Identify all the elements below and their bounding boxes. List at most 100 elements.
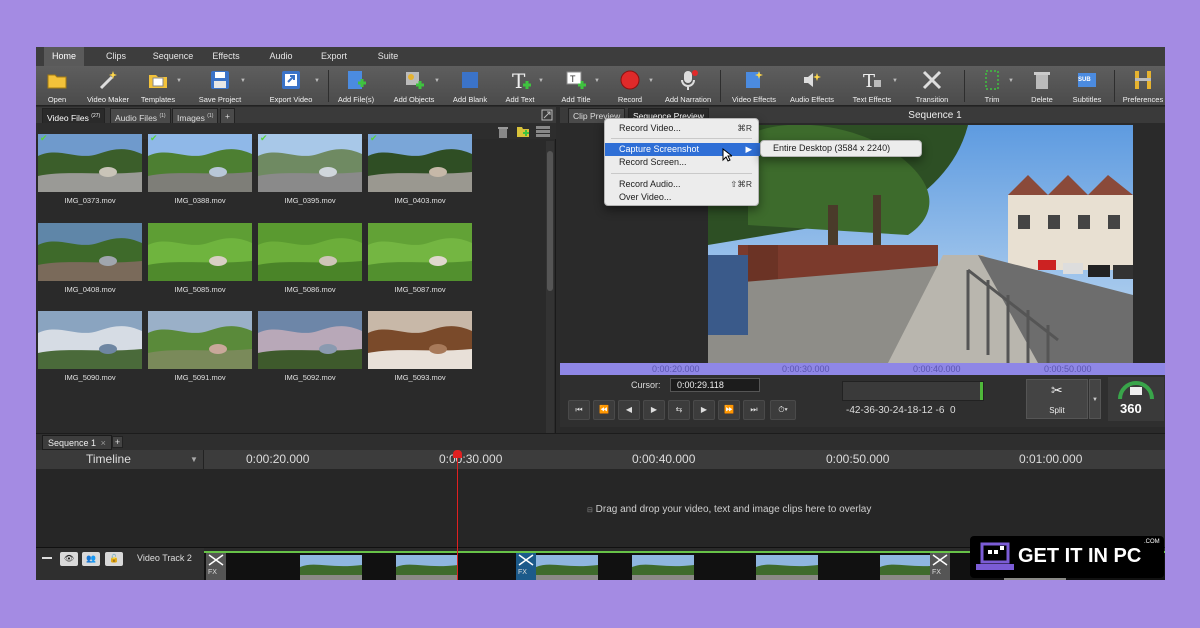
menu-item-capture-screenshot[interactable]: Capture Screenshot ▶ (605, 143, 760, 156)
tab-clips[interactable]: Clips (96, 47, 136, 66)
transition-marker[interactable]: FX (206, 553, 226, 580)
video-maker-button[interactable]: Video Maker (87, 66, 129, 106)
preferences-button[interactable]: Preferences (1123, 66, 1163, 106)
add-blank-button[interactable]: Add Blank (452, 66, 488, 106)
export-video-label: Export Video (269, 95, 313, 104)
step-back-button[interactable]: ◀ (618, 400, 640, 420)
text-effects-button[interactable]: T Text Effects ▼ (852, 66, 898, 106)
people-icon[interactable]: 👥 (82, 552, 100, 566)
chevron-down-icon[interactable]: ▼ (190, 450, 198, 469)
play-button[interactable]: ▶ (643, 400, 665, 420)
go-start-button[interactable]: ⏮ (568, 400, 590, 420)
menu-item-over-video[interactable]: Over Video... (605, 191, 760, 204)
media-thumbnail[interactable]: ✔ (148, 133, 252, 192)
media-thumbnail[interactable]: ✔ (258, 133, 362, 192)
tab-export[interactable]: Export (312, 47, 356, 66)
tab-audio-files[interactable]: Audio Files (1) (110, 108, 171, 123)
timeline-clip[interactable] (300, 555, 362, 580)
videopad-window: Home Clips Sequence Effects Audio Export… (36, 47, 1165, 580)
timeline-clip[interactable] (632, 555, 694, 580)
add-tab-button[interactable]: + (220, 108, 235, 123)
view-list-icon[interactable] (536, 125, 550, 137)
split-dropdown[interactable]: ▼ (1089, 379, 1101, 419)
media-thumbnail[interactable]: ✔ (368, 133, 472, 192)
add-title-button[interactable]: T Add Title ▼ (558, 66, 600, 106)
menu-item-record-audio[interactable]: Record Audio... ⇧⌘R (605, 178, 760, 191)
next-clip-button[interactable]: ⏩ (718, 400, 740, 420)
go-end-button[interactable]: ⏭ (743, 400, 765, 420)
timeline-label[interactable]: Timeline ▼ (36, 450, 204, 469)
menu-item-record-screen[interactable]: Record Screen... (605, 156, 760, 169)
trash-icon[interactable] (498, 126, 508, 138)
media-thumbnail[interactable] (38, 223, 142, 281)
delete-button[interactable]: Delete (1026, 66, 1058, 106)
menu-item-record-video[interactable]: Record Video... ⌘R (605, 122, 760, 135)
chevron-down-icon[interactable]: ▼ (314, 78, 320, 84)
tab-home[interactable]: Home (44, 47, 84, 66)
media-scrollbar[interactable] (546, 141, 554, 471)
subtitles-button[interactable]: SUB Subtitles (1070, 66, 1104, 106)
chevron-down-icon[interactable]: ▼ (594, 78, 600, 84)
tab-effects[interactable]: Effects (204, 47, 248, 66)
playhead[interactable] (453, 450, 462, 580)
timeline-clip[interactable] (396, 555, 458, 580)
vr-360-button[interactable]: 360 (1108, 377, 1164, 421)
add-files-button[interactable]: Add File(s) (338, 66, 374, 106)
eye-icon[interactable]: 👁 (60, 552, 78, 566)
prev-clip-button[interactable]: ⏪ (593, 400, 615, 420)
media-thumbnail[interactable] (38, 311, 142, 369)
lock-icon[interactable]: 🔓 (105, 552, 123, 566)
media-thumbnail[interactable] (368, 311, 472, 369)
chevron-down-icon[interactable]: ▼ (434, 78, 440, 84)
tab-suite[interactable]: Suite (368, 47, 408, 66)
media-thumbnail[interactable] (148, 311, 252, 369)
add-folder-icon[interactable] (516, 125, 530, 137)
split-button[interactable]: ✂ Split (1026, 379, 1088, 419)
media-thumbnail[interactable] (258, 311, 362, 369)
chevron-down-icon[interactable]: ▼ (240, 78, 246, 84)
chevron-down-icon[interactable]: ▼ (1008, 78, 1014, 84)
export-video-button[interactable]: Export Video ▼ (268, 66, 320, 106)
toolbar: Open Video Maker Templates ▼ Save Projec… (36, 66, 1165, 106)
save-project-button[interactable]: Save Project ▼ (199, 66, 246, 106)
chevron-down-icon[interactable]: ▼ (176, 78, 182, 84)
chevron-down-icon[interactable]: ▼ (538, 78, 544, 84)
preview-ruler[interactable]: 0:00:20.000 0:00:30.000 0:00:40.000 0:00… (560, 363, 1165, 375)
timeline-clip[interactable] (536, 555, 598, 580)
chevron-down-icon[interactable]: ▼ (892, 78, 898, 84)
cursor-time-field[interactable]: 0:00:29.118 (670, 378, 760, 392)
tab-video-files[interactable]: Video Files (27) (42, 108, 106, 123)
speed-button[interactable]: ⏱▾ (770, 400, 796, 420)
timeline-ruler[interactable]: Timeline ▼ 0:00:20.000 0:00:30.000 0:00:… (36, 450, 1165, 469)
record-button[interactable]: Record ▼ (612, 66, 654, 106)
menu-item-entire-desktop[interactable]: Entire Desktop (3584 x 2240) (760, 140, 922, 157)
tab-audio[interactable]: Audio (260, 47, 302, 66)
templates-button[interactable]: Templates ▼ (140, 66, 182, 106)
expand-icon[interactable] (541, 109, 553, 121)
add-text-button[interactable]: T Add Text ▼ (502, 66, 544, 106)
transition-button[interactable]: Transition (912, 66, 952, 106)
add-objects-button[interactable]: Add Objects ▼ (394, 66, 440, 106)
media-thumbnail[interactable]: ✔ (38, 133, 142, 192)
close-icon[interactable]: × (101, 438, 106, 448)
open-button[interactable]: Open (40, 66, 74, 106)
transition-marker[interactable]: FX (930, 553, 950, 580)
video-effects-button[interactable]: Video Effects (732, 66, 776, 106)
step-forward-button[interactable]: ▶ (693, 400, 715, 420)
add-narration-button[interactable]: Add Narration (665, 66, 711, 106)
trim-button[interactable]: Trim ▼ (976, 66, 1014, 106)
media-thumbnail[interactable] (258, 223, 362, 281)
transition-marker[interactable]: FX (516, 553, 536, 580)
loop-button[interactable]: ⇆ (668, 400, 690, 420)
audio-effects-button[interactable]: Audio Effects (790, 66, 834, 106)
timeline-clip[interactable] (756, 555, 818, 580)
tab-images[interactable]: Images (1) (172, 108, 219, 123)
media-bin: Video Files (27) Audio Files (1) Images … (36, 107, 556, 473)
collapse-icon[interactable] (42, 557, 52, 559)
tab-sequence-1[interactable]: Sequence 1 × (42, 435, 112, 450)
tab-sequence[interactable]: Sequence (146, 47, 200, 66)
media-thumbnail[interactable] (368, 223, 472, 281)
media-thumbnail[interactable] (148, 223, 252, 281)
add-sequence-button[interactable]: + (112, 436, 123, 448)
chevron-down-icon[interactable]: ▼ (648, 78, 654, 84)
